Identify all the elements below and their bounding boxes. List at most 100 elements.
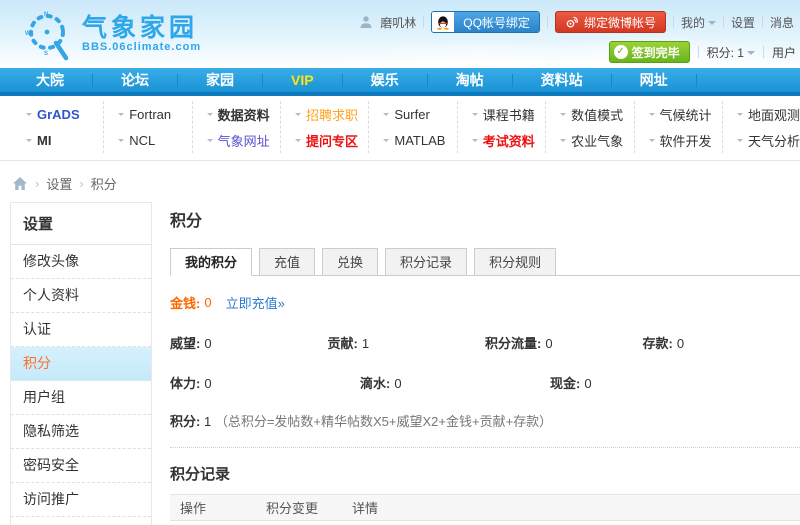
chevron-down-icon [295, 139, 301, 145]
sidebar-item-usergroup[interactable]: 用户组 [11, 381, 151, 415]
submenu-item-grads[interactable]: GrADS [26, 101, 103, 127]
stat-points-traffic: 积分流量:0 [485, 333, 643, 352]
breadcrumb-points[interactable]: 积分 [91, 174, 117, 193]
submenu-item-agro[interactable]: 农业气象 [560, 127, 633, 153]
sidebar-item-privacy[interactable]: 隐私筛选 [11, 415, 151, 449]
record-table-header: 操作 积分变更 详情 [170, 495, 800, 521]
nav-item-home[interactable]: 家园 [178, 66, 262, 94]
chevron-down-icon [207, 113, 213, 119]
submenu-item-fortran[interactable]: Fortran [118, 101, 191, 127]
sidebar-item-avatar[interactable]: 修改头像 [11, 245, 151, 279]
submenu-item-surface-obs[interactable]: 地面观测 [737, 101, 800, 127]
submenu-item-exams[interactable]: 考试资料 [472, 127, 545, 153]
divider [762, 16, 763, 28]
submenu-item-weather-urls[interactable]: 气象网址 [207, 127, 280, 153]
chevron-down-icon [26, 139, 32, 145]
nav-item-vip[interactable]: VIP [263, 66, 342, 94]
sidebar-item-points[interactable]: 积分 [11, 347, 151, 381]
stat-cash: 现金:0 [550, 373, 740, 392]
site-title: 气象家园 [82, 15, 201, 41]
weibo-bind-button[interactable]: 绑定微博帐号 [555, 11, 666, 33]
recharge-link[interactable]: 立即充值» [226, 293, 285, 312]
submenu-item-weather-analysis[interactable]: 天气分析 [737, 127, 800, 153]
sidebar-item-promotion[interactable]: 访问推广 [11, 483, 151, 517]
chevron-down-icon [560, 139, 566, 145]
money-row: 金钱: 0 立即充值» [170, 293, 800, 312]
tab-exchange[interactable]: 兑换 [322, 248, 378, 276]
qq-bind-button[interactable]: QQ帐号绑定 [431, 11, 540, 33]
total-points-label: 积分: [170, 414, 200, 429]
signin-done-button[interactable]: ✓ 签到完毕 [609, 41, 690, 63]
points-menu[interactable]: 积分: 1 [707, 44, 755, 61]
page-title: 积分 [170, 207, 800, 231]
submenu-item-jobs[interactable]: 招聘求职 [295, 101, 368, 127]
nav-item-urls[interactable]: 网址 [612, 66, 696, 94]
chevron-down-icon [472, 113, 478, 119]
chevron-down-icon [118, 113, 124, 119]
qq-bind-label: QQ帐号绑定 [454, 12, 539, 32]
points-panel: 积分 我的积分 充值 兑换 积分记录 积分规则 金钱: 0 立即充值» 威望:0… [152, 202, 800, 525]
submenu-item-matlab[interactable]: MATLAB [383, 127, 456, 153]
stat-contribution: 贡献:1 [328, 333, 486, 352]
sidebar-title: 设置 [11, 203, 151, 245]
content-area: 设置 修改头像 个人资料 认证 积分 用户组 隐私筛选 密码安全 访问推广 QQ… [0, 202, 800, 525]
sidebar-item-verify[interactable]: 认证 [11, 313, 151, 347]
nav-item-dayuan[interactable]: 大院 [8, 66, 92, 94]
nav-item-datastation[interactable]: 资料站 [513, 66, 611, 94]
submenu-item-climate-stats[interactable]: 气候统计 [649, 101, 722, 127]
chevron-down-icon [383, 113, 389, 119]
divider [723, 16, 724, 28]
messages-link[interactable]: 消息 [770, 14, 794, 31]
main-nav: 大院 论坛 家园 VIP 娱乐 淘帖 资料站 网址 [0, 68, 800, 96]
total-points-formula: （总积分=发帖数+精华帖数X5+威望X2+金钱+贡献+存款） [215, 414, 552, 429]
divider [673, 16, 674, 28]
chevron-down-icon [649, 113, 655, 119]
user-icon [359, 15, 373, 29]
nav-item-fun[interactable]: 娱乐 [343, 66, 427, 94]
home-icon[interactable] [12, 176, 28, 191]
tab-my-points[interactable]: 我的积分 [170, 248, 252, 276]
stat-stamina: 体力:0 [170, 373, 360, 392]
tab-points-rules[interactable]: 积分规则 [474, 248, 556, 276]
tab-points-log[interactable]: 积分记录 [385, 248, 467, 276]
user-toolbar: 磨叽林 QQ帐号绑定 绑定微博帐号 [359, 11, 794, 33]
my-menu[interactable]: 我的 [681, 14, 716, 31]
breadcrumb-separator: › [79, 176, 83, 191]
chevron-down-icon [472, 139, 478, 145]
divider [423, 16, 424, 28]
submenu-item-models[interactable]: 数值模式 [560, 101, 633, 127]
submenu-column: Fortran NCL [104, 101, 192, 153]
column-header-detail: 详情 [342, 498, 378, 517]
sidebar-item-password[interactable]: 密码安全 [11, 449, 151, 483]
submenu-item-books[interactable]: 课程书籍 [472, 101, 545, 127]
total-points-row: 积分: 1 （总积分=发帖数+精华帖数X5+威望X2+金钱+贡献+存款） [170, 411, 800, 430]
chevron-down-icon [118, 139, 124, 145]
site-subtitle: BBS.06climate.com [82, 41, 201, 53]
submenu-item-software[interactable]: 软件开发 [649, 127, 722, 153]
qq-penguin-icon [432, 12, 454, 32]
username[interactable]: 磨叽林 [380, 14, 416, 31]
total-points-value: 1 [204, 414, 211, 429]
divider [170, 447, 800, 448]
nav-item-taotie[interactable]: 淘帖 [428, 66, 512, 94]
breadcrumb-settings[interactable]: 设置 [46, 174, 72, 193]
sidebar-item-profile[interactable]: 个人资料 [11, 279, 151, 313]
submenu-item-surfer[interactable]: Surfer [383, 101, 456, 127]
submenu-item-mi[interactable]: MI [26, 127, 103, 153]
stats-row-2: 体力:0 滴水:0 现金:0 [170, 373, 800, 392]
money-value: 0 [204, 295, 211, 310]
tab-recharge[interactable]: 充值 [259, 248, 315, 276]
nav-item-forum[interactable]: 论坛 [93, 66, 177, 94]
submenu-column: 数值模式 农业气象 [546, 101, 634, 153]
site-logo[interactable]: N W S 气象家园 BBS.06climate.com [22, 7, 201, 61]
submenu-item-ncl[interactable]: NCL [118, 127, 191, 153]
chevron-down-icon [295, 113, 301, 119]
submenu-item-qa[interactable]: 提问专区 [295, 127, 368, 153]
settings-link[interactable]: 设置 [731, 14, 755, 31]
chevron-down-icon [207, 139, 213, 145]
submenu-item-data[interactable]: 数据资料 [207, 101, 280, 127]
record-section-title: 积分记录 [170, 463, 800, 495]
user-group-link[interactable]: 用户 [772, 44, 796, 61]
sidebar-item-qq[interactable]: QQ???? [11, 517, 151, 525]
settings-sidebar: 设置 修改头像 个人资料 认证 积分 用户组 隐私筛选 密码安全 访问推广 QQ… [10, 202, 152, 525]
